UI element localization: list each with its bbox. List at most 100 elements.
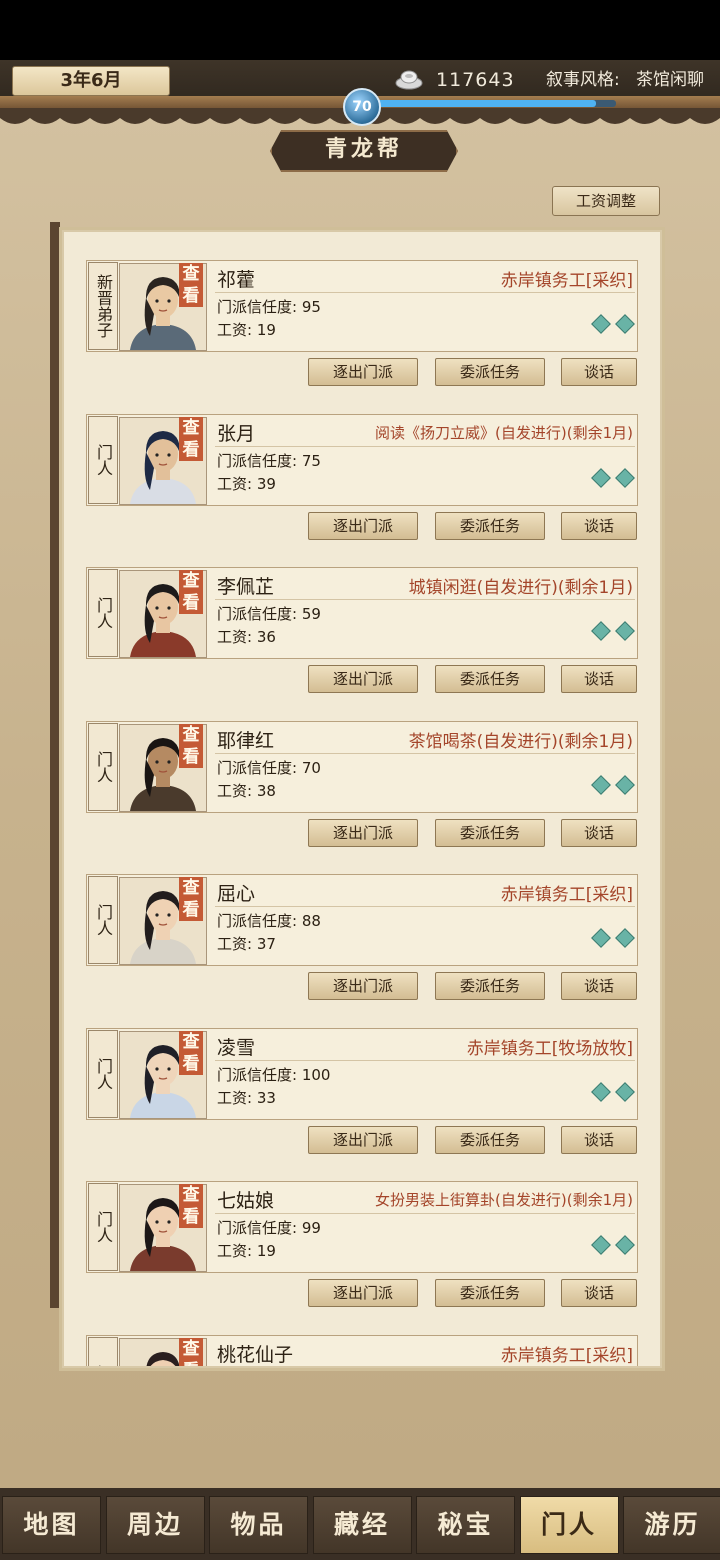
experience-bar xyxy=(372,100,616,107)
nav-tab[interactable]: 秘宝 xyxy=(416,1496,515,1554)
wage-adjust-button[interactable]: 工资调整 xyxy=(552,186,660,216)
status-bar xyxy=(0,0,720,60)
member-wage: 工资: 38 xyxy=(217,780,276,801)
wage-label: 工资: xyxy=(217,935,253,953)
member-role-tag: 门人 xyxy=(88,1029,118,1118)
member-role-tag: 门人 xyxy=(88,569,118,657)
nav-tab[interactable]: 地图 xyxy=(2,1496,101,1554)
member-role-tag: 门人 xyxy=(88,1336,118,1366)
narrative-style-value[interactable]: 茶馆闲聊 xyxy=(636,66,704,94)
expel-button[interactable]: 逐出门派 xyxy=(308,1125,418,1154)
member-card: 新晋弟子 查看 祁藿 赤岸镇务工[采织] 门派信任度: 95 工资: 19 xyxy=(86,260,638,352)
wage-value: 36 xyxy=(256,628,276,646)
member-name: 张月 xyxy=(217,422,256,445)
view-button[interactable]: 查看 xyxy=(179,263,203,307)
member-role-tag: 门人 xyxy=(88,1183,118,1271)
wage-value: 38 xyxy=(256,781,276,800)
wage-value: 19 xyxy=(256,1242,276,1260)
gem-icon xyxy=(591,314,611,334)
talk-button[interactable]: 谈话 xyxy=(561,1125,637,1154)
member-status: 赤岸镇务工[牧场放牧] xyxy=(466,1038,633,1059)
divider xyxy=(215,906,635,907)
divider xyxy=(215,599,635,600)
member-trust: 门派信任度: 59 xyxy=(217,603,321,624)
member-name: 屈心 xyxy=(217,883,256,905)
wage-label: 工资: xyxy=(217,628,253,646)
assign-task-button[interactable]: 委派任务 xyxy=(435,665,545,693)
member-role-tag: 门人 xyxy=(88,415,118,504)
member-role-tag: 新晋弟子 xyxy=(88,262,118,350)
sect-name-banner: 青龙帮 xyxy=(270,130,458,172)
member-name: 李佩芷 xyxy=(217,576,275,598)
member-name: 七姑娘 xyxy=(217,1190,275,1212)
divider xyxy=(215,292,635,293)
assign-task-button[interactable]: 委派任务 xyxy=(435,972,545,1000)
assign-task-button[interactable]: 委派任务 xyxy=(435,358,545,386)
expel-button[interactable]: 逐出门派 xyxy=(308,972,418,1000)
trust-label: 门派信任度: xyxy=(217,912,298,930)
expel-button[interactable]: 逐出门派 xyxy=(308,1279,418,1307)
assign-task-button[interactable]: 委派任务 xyxy=(435,818,545,847)
expel-button[interactable]: 逐出门派 xyxy=(308,665,418,693)
member-list-panel[interactable]: 新晋弟子 查看 祁藿 赤岸镇务工[采织] 门派信任度: 95 工资: 19 逐出… xyxy=(62,230,662,1368)
nav-tab[interactable]: 物品 xyxy=(209,1496,308,1554)
member-card: 门人 查看 桃花仙子 赤岸镇务工[采织] 门派信任度: 工资: xyxy=(86,1334,638,1366)
assign-task-button[interactable]: 委派任务 xyxy=(435,511,545,540)
nav-tab[interactable]: 门人 xyxy=(519,1496,619,1554)
member-trust: 门派信任度: 75 xyxy=(217,450,321,471)
trust-label: 门派信任度: xyxy=(217,1219,298,1237)
divider xyxy=(215,1213,635,1214)
trust-value: 70 xyxy=(301,758,321,777)
talk-button[interactable]: 谈话 xyxy=(561,818,637,847)
wage-value: 19 xyxy=(256,321,276,339)
expel-button[interactable]: 逐出门派 xyxy=(308,358,418,386)
member-card: 门人 查看 屈心 赤岸镇务工[采织] 门派信任度: 88 工资: 37 xyxy=(86,874,638,966)
member-trust: 门派信任度: 100 xyxy=(217,1064,330,1085)
trust-label: 门派信任度: xyxy=(217,758,298,777)
gem-icon xyxy=(591,467,611,488)
member-wage: 工资: 39 xyxy=(217,473,276,494)
gem-icon xyxy=(591,928,611,948)
trust-label: 门派信任度: xyxy=(217,605,298,623)
view-button[interactable]: 查看 xyxy=(179,877,203,921)
view-button[interactable]: 查看 xyxy=(179,1030,203,1075)
member-wage: 工资: 19 xyxy=(217,1240,276,1261)
expel-button[interactable]: 逐出门派 xyxy=(308,511,418,540)
nav-tab[interactable]: 周边 xyxy=(105,1496,205,1554)
expel-button[interactable]: 逐出门派 xyxy=(308,818,418,847)
member-status: 阅读《扬刀立威》(自发进行)(剩余1月) xyxy=(375,423,633,442)
trust-value: 88 xyxy=(301,912,321,930)
bottom-nav: 地图 周边 物品 藏经 秘宝 门人 游历 xyxy=(0,1488,720,1560)
divider xyxy=(215,1059,635,1061)
nav-tab[interactable]: 藏经 xyxy=(312,1496,412,1554)
talk-button[interactable]: 谈话 xyxy=(561,511,637,540)
talk-button[interactable]: 谈话 xyxy=(561,1279,637,1307)
gem-icon xyxy=(591,1081,611,1102)
view-button[interactable]: 查看 xyxy=(179,1337,203,1366)
member-name: 耶律红 xyxy=(217,729,275,752)
nav-tab[interactable]: 游历 xyxy=(623,1496,720,1554)
member-trust: 门派信任度: 70 xyxy=(217,757,321,778)
talk-button[interactable]: 谈话 xyxy=(561,665,637,693)
wage-label: 工资: xyxy=(217,781,253,800)
assign-task-button[interactable]: 委派任务 xyxy=(435,1279,545,1307)
view-button[interactable]: 查看 xyxy=(179,723,203,768)
member-status: 城镇闲逛(自发进行)(剩余1月) xyxy=(408,578,633,598)
wage-value: 33 xyxy=(256,1088,276,1107)
talk-button[interactable]: 谈话 xyxy=(561,972,637,1000)
gem-icon xyxy=(615,1081,635,1102)
wage-label: 工资: xyxy=(217,1242,253,1260)
member-trust: 门派信任度: 88 xyxy=(217,910,321,931)
gem-icon xyxy=(615,314,635,334)
member-wage: 工资: 37 xyxy=(217,933,276,954)
member-trust: 门派信任度: 99 xyxy=(217,1217,321,1238)
talk-button[interactable]: 谈话 xyxy=(561,358,637,386)
experience-fill xyxy=(372,100,597,107)
date-badge: 3年6月 xyxy=(12,66,170,96)
view-button[interactable]: 查看 xyxy=(179,570,203,614)
assign-task-button[interactable]: 委派任务 xyxy=(435,1125,545,1154)
view-button[interactable]: 查看 xyxy=(179,416,203,461)
silver-amount: 117643 xyxy=(436,69,515,91)
gem-icon xyxy=(615,621,635,641)
view-button[interactable]: 查看 xyxy=(179,1184,203,1228)
